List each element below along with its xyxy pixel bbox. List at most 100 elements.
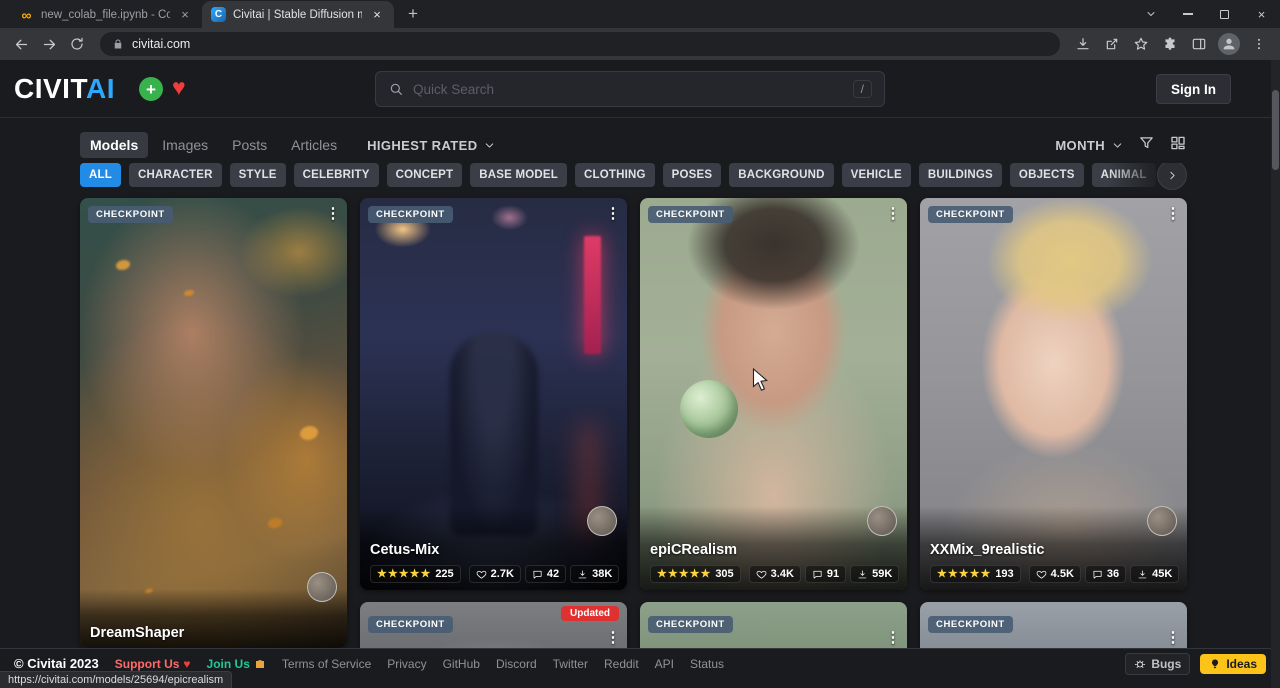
terms-link[interactable]: Terms of Service bbox=[282, 657, 371, 671]
card-menu-icon[interactable]: ⋮ bbox=[1163, 204, 1183, 222]
category-chip-concept[interactable]: CONCEPT bbox=[387, 163, 463, 187]
card-stats: ★★★★★ 193 4.5K 36 45K bbox=[930, 565, 1177, 583]
twitter-link[interactable]: Twitter bbox=[553, 657, 588, 671]
quick-search-bar[interactable]: / bbox=[375, 71, 885, 107]
model-title: DreamShaper bbox=[90, 625, 337, 641]
browser-tab-colab[interactable]: ∞ new_colab_file.ipynb - Colaborat × bbox=[10, 1, 202, 28]
likes-pill[interactable]: 4.5K bbox=[1029, 565, 1081, 583]
creator-avatar[interactable] bbox=[587, 506, 617, 536]
browser-menu-icon[interactable] bbox=[1246, 31, 1272, 57]
civitai-logo[interactable]: CIVITAI bbox=[14, 73, 115, 105]
download-icon bbox=[577, 569, 588, 580]
rating-pill[interactable]: ★★★★★ 193 bbox=[930, 565, 1021, 583]
creator-avatar[interactable] bbox=[307, 572, 337, 602]
star-rating-icons: ★★★★★ bbox=[657, 569, 711, 580]
tab-models[interactable]: Models bbox=[80, 132, 148, 158]
close-tab-icon[interactable]: × bbox=[177, 7, 193, 23]
category-chip-base-model[interactable]: BASE MODEL bbox=[470, 163, 567, 187]
github-link[interactable]: GitHub bbox=[443, 657, 480, 671]
comments-pill[interactable]: 91 bbox=[805, 565, 846, 583]
bookmark-star-icon[interactable] bbox=[1128, 31, 1154, 57]
creator-avatar[interactable] bbox=[867, 506, 897, 536]
downloads-pill[interactable]: 38K bbox=[570, 565, 619, 583]
window-minimize-button[interactable] bbox=[1169, 0, 1206, 28]
share-icon[interactable] bbox=[1099, 31, 1125, 57]
comments-count: 91 bbox=[827, 568, 839, 580]
category-chip-style[interactable]: STYLE bbox=[230, 163, 286, 187]
page-scrollbar[interactable] bbox=[1271, 60, 1280, 688]
rating-pill[interactable]: ★★★★★ 225 bbox=[370, 565, 461, 583]
category-chip-celebrity[interactable]: CELEBRITY bbox=[294, 163, 379, 187]
browser-window: ∞ new_colab_file.ipynb - Colaborat × C C… bbox=[0, 0, 1280, 688]
rating-count: 193 bbox=[995, 568, 1013, 580]
card-menu-icon[interactable]: ⋮ bbox=[883, 628, 903, 646]
search-input[interactable] bbox=[413, 82, 844, 97]
status-link[interactable]: Status bbox=[690, 657, 724, 671]
card-menu-icon[interactable]: ⋮ bbox=[1163, 628, 1183, 646]
reddit-link[interactable]: Reddit bbox=[604, 657, 639, 671]
category-chip-buildings[interactable]: BUILDINGS bbox=[919, 163, 1002, 187]
reload-button[interactable] bbox=[64, 31, 90, 57]
privacy-link[interactable]: Privacy bbox=[387, 657, 426, 671]
period-label: MONTH bbox=[1055, 138, 1105, 153]
create-plus-button[interactable]: + bbox=[139, 77, 163, 101]
model-card-xxmix9realistic[interactable]: CHECKPOINT ⋮ XXMix_9realistic ★★★★★ 193 … bbox=[920, 198, 1187, 590]
category-chip-all[interactable]: ALL bbox=[80, 163, 121, 187]
tab-posts[interactable]: Posts bbox=[222, 132, 277, 158]
close-tab-icon[interactable]: × bbox=[369, 7, 385, 23]
chevron-right-icon bbox=[1166, 169, 1179, 182]
card-menu-icon[interactable]: ⋮ bbox=[603, 628, 623, 646]
comments-pill[interactable]: 36 bbox=[1085, 565, 1126, 583]
scrollbar-thumb[interactable] bbox=[1272, 90, 1279, 170]
card-menu-icon[interactable]: ⋮ bbox=[603, 204, 623, 222]
card-menu-icon[interactable]: ⋮ bbox=[883, 204, 903, 222]
bugs-button[interactable]: Bugs bbox=[1125, 653, 1190, 675]
side-panel-icon[interactable] bbox=[1186, 31, 1212, 57]
downloads-pill[interactable]: 45K bbox=[1130, 565, 1179, 583]
discord-link[interactable]: Discord bbox=[496, 657, 537, 671]
model-card-dreamshaper[interactable]: CHECKPOINT ⋮ DreamShaper bbox=[80, 198, 347, 648]
category-chip-poses[interactable]: POSES bbox=[663, 163, 722, 187]
model-type-badge: CHECKPOINT bbox=[368, 206, 453, 223]
window-menu-chevron-icon[interactable] bbox=[1132, 0, 1169, 28]
browser-profile-avatar[interactable] bbox=[1218, 33, 1240, 55]
api-link[interactable]: API bbox=[655, 657, 674, 671]
period-select[interactable]: MONTH bbox=[1055, 138, 1124, 153]
category-chip-objects[interactable]: OBJECTS bbox=[1010, 163, 1084, 187]
category-chip-background[interactable]: BACKGROUND bbox=[729, 163, 833, 187]
back-button[interactable] bbox=[8, 31, 34, 57]
support-us-link[interactable]: Support Us ♥ bbox=[115, 657, 191, 671]
model-card-cetus-mix[interactable]: CHECKPOINT ⋮ Cetus-Mix ★★★★★ 225 2.7K 42 bbox=[360, 198, 627, 590]
likes-pill[interactable]: 2.7K bbox=[469, 565, 521, 583]
address-bar[interactable]: civitai.com bbox=[100, 32, 1060, 56]
window-close-button[interactable]: × bbox=[1243, 0, 1280, 28]
downloads-icon[interactable] bbox=[1070, 31, 1096, 57]
card-menu-icon[interactable]: ⋮ bbox=[323, 204, 343, 222]
rating-pill[interactable]: ★★★★★ 305 bbox=[650, 565, 741, 583]
category-chip-character[interactable]: CHARACTER bbox=[129, 163, 222, 187]
tab-images[interactable]: Images bbox=[152, 132, 218, 158]
comments-pill[interactable]: 42 bbox=[525, 565, 566, 583]
downloads-pill[interactable]: 59K bbox=[850, 565, 899, 583]
join-us-link[interactable]: Join Us bbox=[207, 657, 266, 671]
filter-icon[interactable] bbox=[1138, 134, 1155, 156]
card-footer: DreamShaper bbox=[80, 589, 347, 648]
new-tab-button[interactable]: + bbox=[400, 1, 426, 27]
category-chip-clothing[interactable]: CLOTHING bbox=[575, 163, 655, 187]
sort-select[interactable]: HIGHEST RATED bbox=[367, 138, 496, 153]
likes-pill[interactable]: 3.4K bbox=[749, 565, 801, 583]
model-card-epicrealism[interactable]: CHECKPOINT ⋮ epiCRealism ★★★★★ 305 3.4K … bbox=[640, 198, 907, 590]
extensions-icon[interactable] bbox=[1157, 31, 1183, 57]
sign-in-button[interactable]: Sign In bbox=[1156, 74, 1231, 104]
category-chip-vehicle[interactable]: VEHICLE bbox=[842, 163, 911, 187]
ideas-button[interactable]: Ideas bbox=[1200, 654, 1266, 674]
forward-button[interactable] bbox=[36, 31, 62, 57]
chevron-down-icon bbox=[483, 139, 496, 152]
footer-feedback: Bugs Ideas bbox=[1125, 653, 1266, 675]
creator-avatar[interactable] bbox=[1147, 506, 1177, 536]
window-maximize-button[interactable] bbox=[1206, 0, 1243, 28]
browser-tab-civitai[interactable]: C Civitai | Stable Diffusion models, × bbox=[202, 1, 394, 28]
layout-toggle-icon[interactable] bbox=[1169, 134, 1187, 157]
tab-articles[interactable]: Articles bbox=[281, 132, 347, 158]
support-heart-icon[interactable]: ♥ bbox=[172, 74, 186, 101]
